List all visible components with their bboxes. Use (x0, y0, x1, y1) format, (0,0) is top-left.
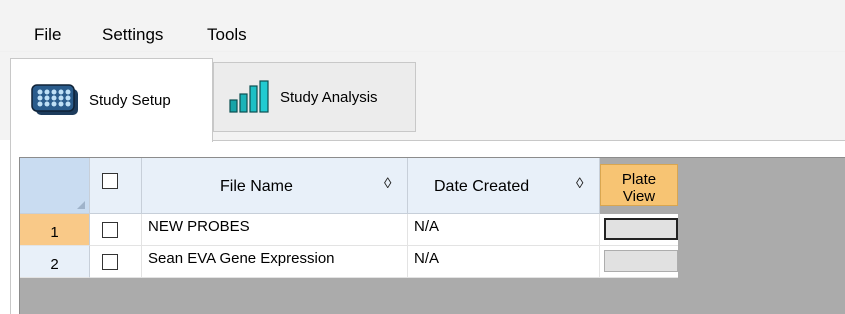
bar-chart-icon (229, 80, 269, 113)
plate-grid-icon (31, 83, 78, 115)
header-plate-view[interactable]: Plate View (600, 164, 678, 206)
grid-pane: File Name ◊ Date Created ◊ Plate View 1 … (19, 157, 845, 314)
menu-tools[interactable]: Tools (207, 25, 247, 45)
header-file-name[interactable]: File Name ◊ (142, 158, 408, 214)
header-plate-view-line1: Plate (621, 171, 657, 188)
row-1-date-created-text: N/A (414, 218, 440, 235)
select-all-triangle-icon (77, 201, 85, 209)
select-all-checkbox[interactable] (102, 173, 118, 189)
row-2-file-name[interactable]: Sean EVA Gene Expression (142, 246, 408, 278)
row-2-checkbox-cell (90, 246, 142, 278)
tab-strip: Study Setup Study Analysis (0, 52, 845, 142)
menu-settings[interactable]: Settings (102, 25, 163, 45)
row-1-plate-view-cell (600, 214, 678, 246)
row-2-date-created-text: N/A (414, 250, 440, 267)
row-header-1[interactable]: 1 (20, 214, 90, 246)
row-2-plate-view-button[interactable] (604, 250, 678, 272)
row-2-file-name-text: Sean EVA Gene Expression (148, 250, 335, 267)
header-checkbox-cell (90, 158, 142, 214)
row-header-2[interactable]: 2 (20, 246, 90, 278)
header-date-created-label: Date Created (434, 178, 530, 195)
menu-file[interactable]: File (34, 25, 61, 45)
tab-study-setup[interactable]: Study Setup (10, 58, 213, 142)
row-1-plate-view-button[interactable] (604, 218, 678, 240)
tab-study-setup-label: Study Setup (89, 92, 171, 109)
tab-study-analysis-label: Study Analysis (280, 88, 378, 106)
row-1-checkbox[interactable] (102, 222, 118, 238)
row-1-date-created[interactable]: N/A (408, 214, 600, 246)
header-file-name-label: File Name (220, 178, 293, 195)
row-2-plate-view-cell (600, 246, 678, 278)
menu-bar: File Settings Tools (0, 0, 845, 52)
study-setup-panel: File Name ◊ Date Created ◊ Plate View 1 … (10, 140, 845, 314)
header-plate-view-line2: View (622, 188, 656, 205)
row-2-checkbox[interactable] (102, 254, 118, 270)
sort-icon[interactable]: ◊ (576, 175, 583, 192)
header-date-created[interactable]: Date Created ◊ (408, 158, 600, 214)
grid-corner[interactable] (20, 158, 90, 214)
row-1-checkbox-cell (90, 214, 142, 246)
tab-study-analysis[interactable]: Study Analysis (213, 62, 416, 132)
sort-icon[interactable]: ◊ (384, 175, 391, 192)
row-2-date-created[interactable]: N/A (408, 246, 600, 278)
row-1-file-name-text: NEW PROBES (148, 218, 250, 235)
row-1-file-name[interactable]: NEW PROBES (142, 214, 408, 246)
